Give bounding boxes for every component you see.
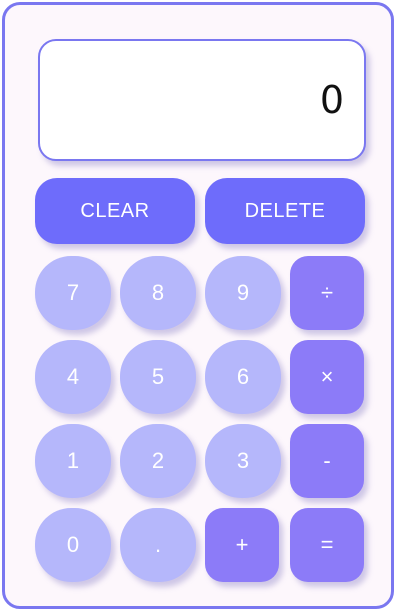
equals-button[interactable]: = [290,508,364,582]
display-value: 0 [319,78,344,122]
decimal-button[interactable]: . [120,508,196,582]
key-8[interactable]: 8 [120,256,196,330]
key-9[interactable]: 9 [205,256,281,330]
key-2[interactable]: 2 [120,424,196,498]
key-4[interactable]: 4 [35,340,111,414]
key-0[interactable]: 0 [35,508,111,582]
delete-button[interactable]: DELETE [205,178,365,244]
key-3[interactable]: 3 [205,424,281,498]
divide-button[interactable]: ÷ [290,256,364,330]
key-1[interactable]: 1 [35,424,111,498]
subtract-button[interactable]: - [290,424,364,498]
key-5[interactable]: 5 [120,340,196,414]
add-button[interactable]: + [205,508,279,582]
key-6[interactable]: 6 [205,340,281,414]
calculator-display: 0 [38,39,366,161]
clear-button[interactable]: CLEAR [35,178,195,244]
key-7[interactable]: 7 [35,256,111,330]
multiply-button[interactable]: × [290,340,364,414]
